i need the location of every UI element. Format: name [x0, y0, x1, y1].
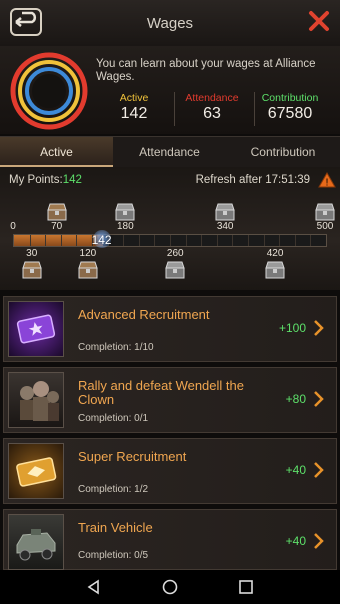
task-completion: Completion: 0/5 — [78, 550, 149, 561]
milestone-label: 0 — [10, 221, 16, 232]
progress-segment — [310, 235, 312, 246]
chevron-right-icon[interactable] — [314, 462, 324, 478]
tab-bar: Active Attendance Contribution — [0, 136, 340, 168]
task-reward: +40 — [285, 463, 306, 477]
my-points: My Points:142 — [9, 174, 82, 186]
stat-label: Attendance — [185, 92, 239, 104]
gold-ticket-icon — [8, 443, 64, 499]
task-row[interactable]: Super Recruitment Completion: 1/2 +40 — [3, 438, 337, 504]
nav-home-icon[interactable] — [162, 579, 178, 595]
current-points-label: 142 — [91, 233, 112, 247]
task-row[interactable]: Train Vehicle Completion: 0/5 +40 — [3, 509, 337, 570]
task-name: Train Vehicle — [78, 520, 153, 535]
milestone-label: 180 — [116, 221, 134, 232]
milestone-label: 340 — [216, 221, 234, 232]
task-completion: Completion: 0/1 — [78, 413, 149, 424]
stat-label: Contribution — [261, 92, 319, 104]
purple-ticket-icon — [8, 301, 64, 357]
progress-segment — [248, 235, 249, 246]
progress-segment — [263, 235, 265, 246]
stat-value: 142 — [120, 105, 148, 122]
task-name: Super Recruitment — [78, 449, 187, 464]
progress-segment — [45, 235, 47, 246]
milestone-label: 420 — [266, 248, 284, 259]
stat-contribution: Contribution 67580 — [250, 92, 330, 123]
refresh-timer: Refresh after 17:51:39 — [195, 174, 310, 186]
reward-chest-icon[interactable] — [214, 202, 236, 222]
my-points-value: 142 — [62, 174, 82, 186]
warning-icon[interactable]: ! — [318, 172, 336, 188]
chevron-right-icon[interactable] — [314, 320, 324, 336]
task-completion: Completion: 1/10 — [78, 342, 154, 353]
task-reward: +80 — [285, 392, 306, 406]
tab-contribution[interactable]: Contribution — [226, 137, 340, 167]
reward-chest-icon[interactable] — [264, 260, 286, 280]
tab-attendance[interactable]: Attendance — [113, 137, 226, 167]
progress-segment — [123, 235, 125, 246]
nav-recent-icon[interactable] — [238, 579, 254, 595]
task-row[interactable]: Rally and defeat Wendell the Clown Compl… — [3, 367, 337, 433]
header-bar: Wages — [0, 0, 340, 47]
stat-value: 67580 — [267, 105, 313, 122]
progress-segment — [154, 235, 156, 246]
svg-text:!: ! — [326, 178, 329, 189]
zombie-boss-icon — [8, 372, 64, 428]
reward-chest-icon[interactable] — [46, 202, 68, 222]
points-progress-bar — [13, 234, 327, 247]
task-reward: +40 — [285, 534, 306, 548]
progress-segment — [185, 235, 187, 246]
milestone-label: 260 — [166, 248, 184, 259]
milestone-label: 70 — [51, 221, 63, 232]
task-name: Advanced Recruitment — [78, 307, 210, 322]
reward-chest-icon[interactable] — [314, 202, 336, 222]
points-progress-fill — [14, 235, 103, 246]
progress-segment — [170, 235, 171, 246]
wages-ring-icon — [10, 52, 88, 130]
task-completion: Completion: 1/2 — [78, 484, 149, 495]
progress-segment — [29, 235, 31, 246]
stat-value: 63 — [203, 105, 221, 122]
progress-segment — [138, 235, 140, 246]
my-points-label: My Points: — [9, 174, 63, 186]
chevron-right-icon[interactable] — [314, 533, 324, 549]
armored-vehicle-icon — [8, 514, 64, 570]
milestone-label: 120 — [79, 248, 97, 259]
progress-segment — [60, 235, 62, 246]
wages-description: You can learn about your wages at Allian… — [96, 58, 316, 83]
progress-segment — [201, 235, 203, 246]
reward-chest-icon[interactable] — [114, 202, 136, 222]
progress-segment — [279, 235, 281, 246]
milestone-label: 30 — [26, 248, 38, 259]
task-name: Rally and defeat Wendell the Clown — [78, 378, 244, 407]
tab-active[interactable]: Active — [0, 137, 113, 167]
reward-chest-icon[interactable] — [21, 260, 43, 280]
progress-segment — [216, 235, 218, 246]
page-title: Wages — [146, 15, 194, 32]
system-nav-bar — [0, 570, 340, 604]
stat-active: Active 142 — [94, 92, 174, 123]
progress-segment — [76, 235, 78, 246]
stat-attendance: Attendance 63 — [172, 92, 252, 123]
close-x-icon[interactable] — [308, 10, 330, 32]
reward-chest-icon[interactable] — [77, 260, 99, 280]
progress-segment — [294, 235, 296, 246]
reward-chest-icon[interactable] — [164, 260, 186, 280]
nav-back-icon[interactable] — [86, 579, 102, 595]
progress-segment — [232, 235, 234, 246]
stat-label: Active — [119, 92, 149, 104]
chevron-right-icon[interactable] — [314, 391, 324, 407]
task-reward: +100 — [278, 321, 306, 335]
milestone-label: 500 — [316, 221, 334, 232]
task-row[interactable]: Advanced Recruitment Completion: 1/10 +1… — [3, 296, 337, 362]
